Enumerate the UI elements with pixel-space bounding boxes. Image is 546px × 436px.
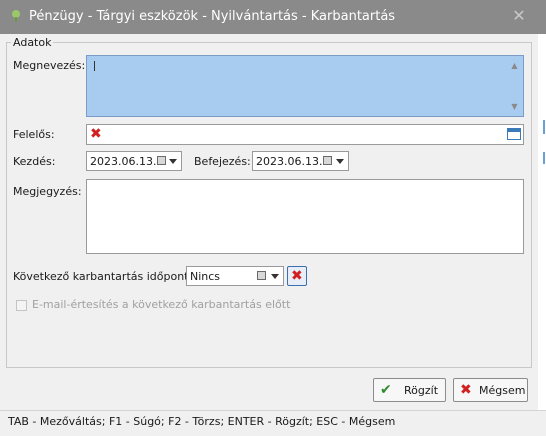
status-bar: TAB - Mezőváltás; F1 - Súgó; F2 - Törzs;… [0, 411, 546, 436]
end-date-value: 2023.06.13. [256, 155, 323, 168]
lookup-window-icon[interactable] [507, 128, 521, 140]
save-button-label: Rögzít [404, 384, 439, 397]
chevron-down-icon[interactable] [169, 159, 177, 164]
cancel-x-icon: ✖ [460, 382, 472, 398]
note-textarea[interactable] [86, 179, 524, 254]
edge-mark [543, 120, 545, 134]
next-maintenance-picker[interactable]: Nincs [186, 266, 284, 286]
email-notification-checkbox[interactable] [16, 300, 27, 311]
name-input[interactable]: ▲ ▼ [86, 55, 524, 117]
email-notification-label: E-mail-értesítés a következő karbantartá… [32, 298, 291, 311]
end-label: Befejezés: [194, 155, 251, 168]
cancel-button-label: Mégsem [479, 384, 526, 397]
name-label: Megnevezés: [13, 59, 86, 72]
window-title: Pénzügy - Tárgyi eszközök - Nyilvántartá… [29, 9, 396, 24]
cancel-button[interactable]: ✖ Mégsem [453, 378, 528, 402]
app-leaf-icon [12, 10, 20, 22]
chevron-down-icon[interactable] [271, 274, 279, 279]
invalid-x-icon: ✖ [90, 126, 102, 142]
scroll-up-icon[interactable]: ▲ [510, 61, 519, 70]
checkmark-icon: ✔ [380, 382, 392, 398]
background-window-edge [538, 34, 546, 414]
calendar-icon[interactable] [323, 156, 332, 165]
scroll-down-icon[interactable]: ▼ [510, 102, 519, 111]
delete-x-icon: ✖ [291, 268, 303, 284]
groupbox-title: Adatok [11, 36, 54, 49]
name-scrollbar[interactable]: ▲ ▼ [507, 57, 522, 115]
status-hint-text: TAB - Mezőváltás; F1 - Súgó; F2 - Törzs;… [8, 415, 396, 428]
next-maintenance-value: Nincs [190, 270, 221, 283]
calendar-icon[interactable] [257, 271, 266, 280]
title-bar: Pénzügy - Tárgyi eszközök - Nyilvántartá… [0, 0, 546, 34]
close-icon[interactable]: ✕ [510, 7, 528, 25]
chevron-down-icon[interactable] [336, 159, 344, 164]
text-caret [94, 61, 95, 71]
start-date-value: 2023.06.13. [90, 155, 157, 168]
note-label: Megjegyzés: [13, 185, 82, 198]
clear-next-maintenance-button[interactable]: ✖ [287, 266, 307, 286]
next-maintenance-label: Következő karbantartás időpontja: [13, 270, 202, 283]
responsible-field[interactable]: ✖ [86, 124, 524, 145]
save-button[interactable]: ✔ Rögzít [373, 378, 446, 402]
start-label: Kezdés: [13, 155, 56, 168]
edge-mark [543, 152, 545, 164]
responsible-label: Felelős: [13, 128, 55, 141]
end-date-picker[interactable]: 2023.06.13. [252, 151, 349, 171]
start-date-picker[interactable]: 2023.06.13. [86, 151, 182, 171]
calendar-icon[interactable] [157, 156, 166, 165]
